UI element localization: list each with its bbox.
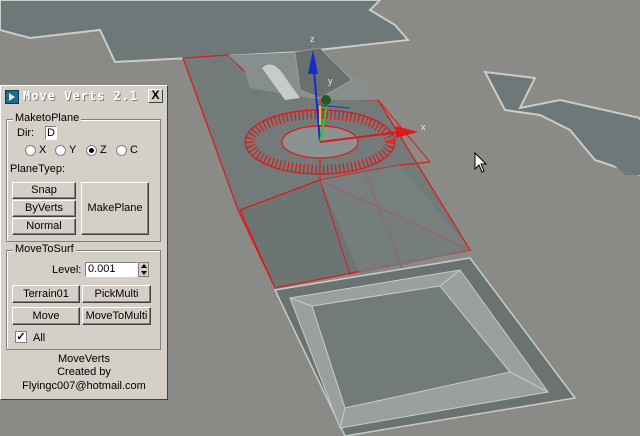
radio-y[interactable]: [55, 145, 66, 156]
dir-field[interactable]: D: [45, 126, 57, 140]
level-spinner[interactable]: [138, 262, 149, 277]
credit-created-by: Created by: [57, 366, 111, 378]
radio-x[interactable]: [25, 145, 36, 156]
radio-z[interactable]: [86, 145, 97, 156]
terrain01-button[interactable]: Terrain01: [12, 285, 80, 303]
gizmo-z-label: z: [310, 34, 315, 44]
panel-title: Move Verts 2.1: [23, 89, 139, 103]
level-input[interactable]: 0.001: [85, 262, 138, 277]
app-icon: [5, 90, 19, 104]
snap-button[interactable]: Snap: [12, 182, 76, 199]
normal-button[interactable]: Normal: [12, 218, 76, 235]
panel-titlebar[interactable]: Move Verts 2.1 X: [3, 88, 165, 106]
radio-c[interactable]: [116, 145, 127, 156]
credit-email: Flyingc007@hotmail.com: [22, 380, 146, 392]
arrow-cursor-icon: [474, 152, 488, 173]
radio-x-label: X: [39, 144, 47, 156]
move-verts-panel: Move Verts 2.1 X MaketoPlane Dir: D X Y …: [0, 85, 168, 400]
radio-c-label: C: [130, 144, 138, 156]
gizmo-x-label: x: [421, 122, 426, 132]
movetomulti-button[interactable]: MoveToMulti: [82, 307, 151, 325]
byverts-button[interactable]: ByVerts: [12, 200, 76, 217]
pickmulti-button[interactable]: PickMulti: [82, 285, 151, 303]
makeplane-button[interactable]: MakePlane: [81, 182, 149, 235]
movetosurf-label: MoveToSurf: [13, 243, 76, 255]
recessed-mesh[interactable]: [273, 257, 577, 436]
close-button[interactable]: X: [148, 89, 163, 103]
credit-title: MoveVerts: [58, 353, 110, 365]
radio-y-label: Y: [69, 144, 77, 156]
all-label: All: [33, 332, 46, 344]
plane-type-label: PlaneTyep:: [10, 163, 66, 175]
dir-label: Dir:: [17, 127, 35, 139]
maketoplane-label: MaketoPlane: [13, 112, 82, 124]
all-checkbox[interactable]: ✓: [15, 331, 27, 343]
radio-z-label: Z: [100, 144, 107, 156]
gizmo-y-label: y: [328, 76, 333, 86]
level-label: Level:: [52, 264, 82, 276]
selected-mesh[interactable]: [182, 47, 472, 289]
move-button[interactable]: Move: [12, 307, 80, 325]
